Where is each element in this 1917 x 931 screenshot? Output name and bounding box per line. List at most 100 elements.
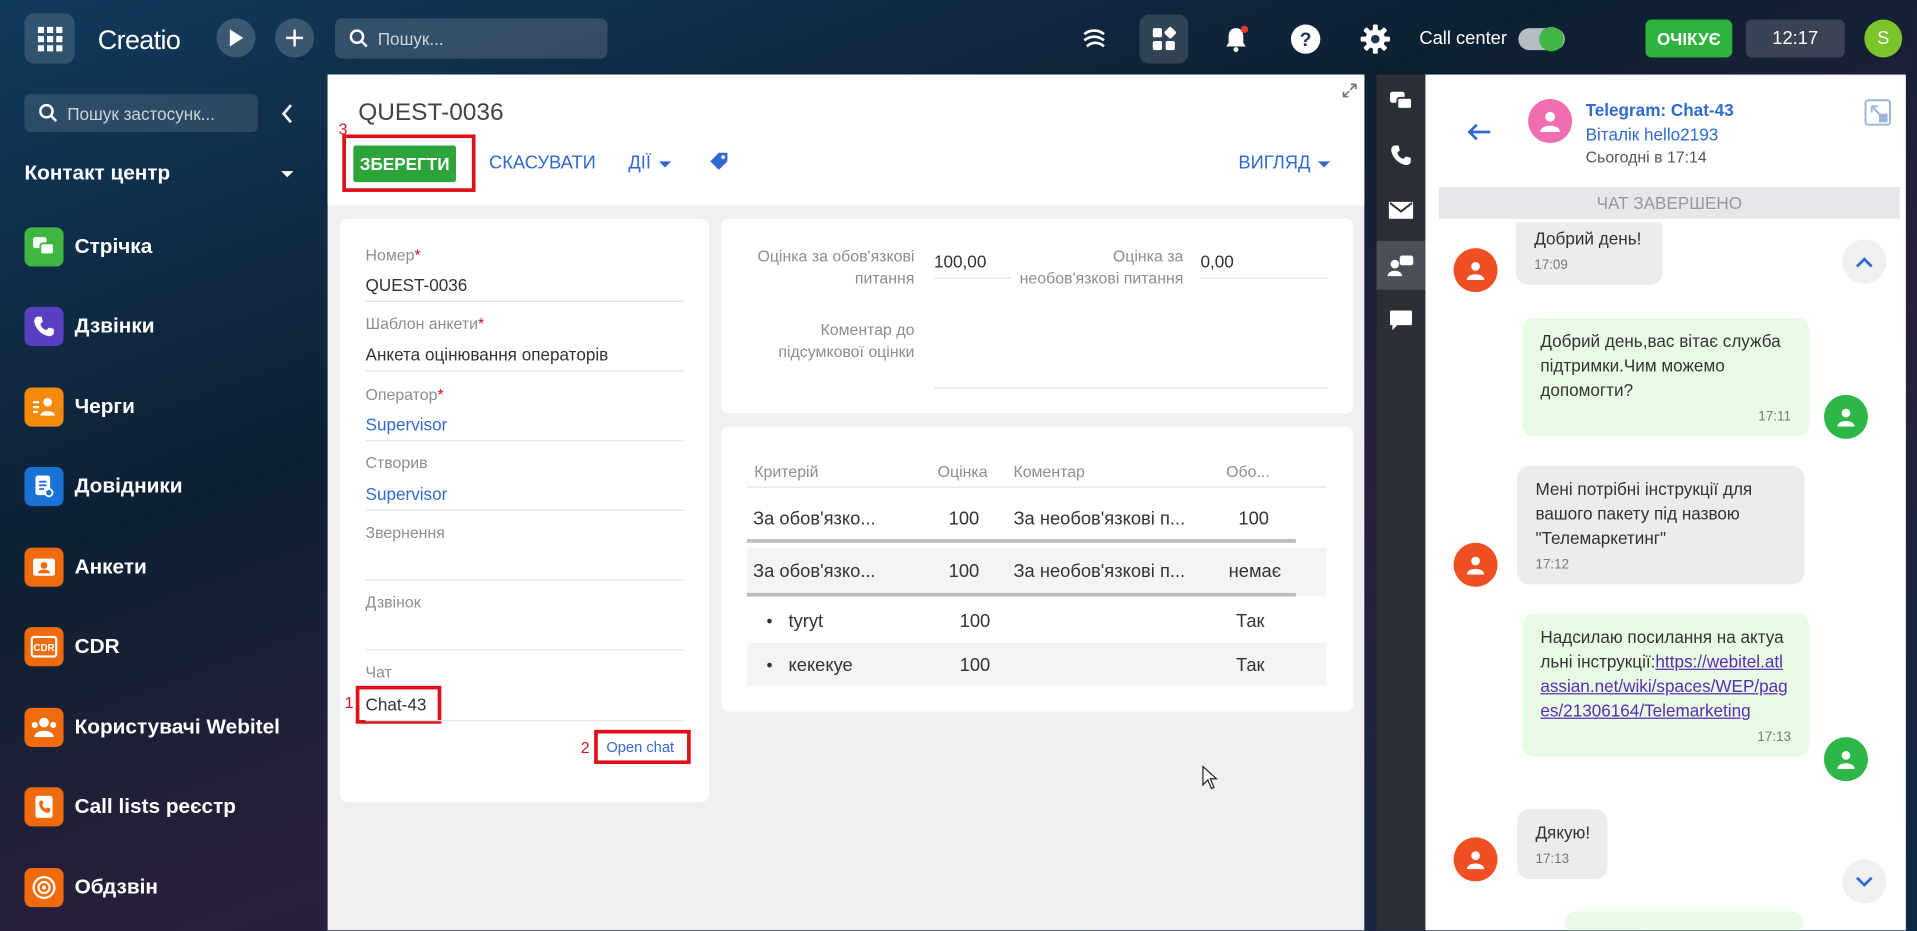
column-header-mandatory[interactable]: Обо... [1226, 462, 1270, 480]
contact-message-avatar [1454, 837, 1498, 881]
chevron-up-icon [1856, 256, 1873, 267]
cell-score: 100 [960, 611, 991, 632]
agent-status-button[interactable]: ОЧІКУЄ [1645, 20, 1732, 58]
scroll-down-button[interactable] [1842, 859, 1886, 903]
app-menu-button[interactable] [24, 13, 74, 63]
sidebar-item-label: CDR [75, 634, 120, 658]
field-underline [366, 649, 684, 650]
table-row-selected[interactable]: За обов'язко... 100 За необов'язкові п..… [747, 548, 1326, 597]
rail-messages-button[interactable] [1377, 296, 1426, 345]
save-button[interactable]: ЗБЕРЕГТИ [353, 145, 456, 182]
call-center-toggle[interactable] [1518, 28, 1564, 50]
cancel-button[interactable]: СКАСУВАТИ [489, 153, 596, 174]
column-header-comment[interactable]: Коментар [1013, 462, 1084, 480]
run-process-button[interactable] [216, 18, 255, 57]
column-header-score[interactable]: Оцінка [938, 462, 988, 480]
template-field[interactable]: Анкета оцінювання операторів [366, 345, 609, 365]
cell-comment: За необов'язкові п... [1013, 561, 1185, 582]
back-button[interactable] [1467, 123, 1491, 146]
add-button[interactable] [275, 18, 314, 57]
number-field[interactable]: QUEST-0036 [366, 275, 468, 295]
number-label: Номер* [366, 246, 421, 264]
table-row[interactable]: • tyryt 100 Так [747, 599, 1326, 643]
rail-calls-button[interactable] [1377, 131, 1426, 180]
mandatory-score-field[interactable]: 100,00 [934, 252, 986, 272]
sidebar-collapse-button[interactable] [274, 100, 301, 127]
chat-message-outgoing: Надсилаю посилання на актуальні інструкц… [1522, 614, 1809, 757]
table-row[interactable]: За обов'язко... 100 За необов'язкові п..… [747, 496, 1296, 542]
help-button[interactable]: ? [1287, 21, 1324, 58]
column-header-criterion[interactable]: Критерій [754, 462, 818, 480]
chat-channel-title[interactable]: Telegram: Chat-43 [1586, 100, 1734, 120]
created-by-field[interactable]: Supervisor [366, 484, 448, 504]
sidebar-item-queues[interactable]: Черги [24, 383, 317, 432]
detach-chat-button[interactable] [1864, 99, 1891, 132]
expand-icon[interactable] [1342, 83, 1357, 98]
sidebar-item-label: Стрічка [75, 235, 153, 259]
lookup-icon [24, 467, 63, 506]
swirl-icon [1079, 24, 1108, 53]
sidebar-item-call-lists[interactable]: Call lists реєстр [24, 782, 317, 831]
final-comment-label: Коментар допідсумкової оцінки [721, 319, 914, 363]
chat-field[interactable]: Chat-43 [366, 694, 427, 714]
sidebar-item-label: Користувачі Webitel [75, 715, 280, 739]
cell-mandatory: 100 [1238, 509, 1269, 530]
message-text: Добрий день! [1534, 229, 1641, 249]
sidebar-item-cdr[interactable]: CDR CDR [24, 622, 317, 671]
notifications-button[interactable] [1218, 21, 1255, 58]
mandatory-score-label: Оцінка за обов'язковіпитання [721, 246, 914, 290]
settings-button[interactable] [1357, 21, 1394, 58]
sidebar-item-webitel-users[interactable]: Користувачі Webitel [24, 703, 317, 752]
person-icon [1539, 110, 1561, 132]
bell-icon [1221, 24, 1250, 53]
rail-feed-button[interactable] [1377, 77, 1426, 126]
feed-icon [24, 227, 63, 266]
actions-menu[interactable]: ДІЇ [628, 153, 670, 174]
call-center-label: Call center [1419, 28, 1507, 49]
sidebar-item-feed[interactable]: Стрічка [24, 222, 317, 271]
sidebar-search[interactable]: Пошук застосунк... [24, 94, 257, 132]
optional-score-field[interactable]: 0,00 [1200, 252, 1233, 272]
user-avatar[interactable]: S [1864, 20, 1902, 58]
workplace-selector[interactable]: Контакт центр [24, 161, 170, 185]
open-chat-button[interactable]: Open chat [606, 738, 674, 755]
global-search-placeholder: Пошук... [378, 29, 444, 49]
cell-criterion: За обов'язко... [753, 561, 876, 582]
grid-icon [36, 25, 63, 52]
view-menu[interactable]: ВИГЛЯД [1238, 153, 1330, 174]
app-window: Creatio Пошук... ? Call center ОЧІКУЄ 12… [0, 0, 1917, 931]
chevron-down-icon[interactable] [281, 171, 293, 177]
operator-field[interactable]: Supervisor [366, 414, 448, 434]
group-divider [747, 593, 1296, 597]
cell-mandatory: Так [1236, 611, 1265, 632]
designer-button[interactable] [1139, 15, 1188, 64]
field-underline [366, 370, 684, 371]
phone-icon [1390, 144, 1412, 166]
communication-panel-button[interactable] [1076, 21, 1113, 58]
play-icon [229, 29, 244, 46]
rail-chats-button[interactable] [1377, 241, 1426, 290]
sidebar-item-calls[interactable]: Дзвінки [24, 302, 317, 351]
chat-contact-name[interactable]: Віталік hello2193 [1586, 125, 1719, 145]
cell-score: 100 [949, 509, 980, 530]
contact-avatar [1528, 99, 1572, 143]
chat-message-incoming: Дякую!17:13 [1517, 809, 1607, 879]
gear-icon [1359, 23, 1391, 55]
chat-message-incoming: Мені потрібні інструкції для вашого паке… [1517, 466, 1804, 585]
request-label: Звернення [366, 523, 445, 541]
sidebar-item-lookups[interactable]: Довідники [24, 462, 317, 511]
sidebar-item-questionnaires[interactable]: Анкети [24, 543, 317, 592]
field-underline [366, 720, 684, 721]
chat-status-bar: ЧАТ ЗАВЕРШЕНО [1439, 187, 1900, 219]
table-row[interactable]: • кекекуе 100 Так [747, 643, 1326, 686]
tag-button[interactable] [709, 152, 729, 178]
rail-email-button[interactable] [1377, 186, 1426, 235]
sidebar-item-dialer[interactable]: Обдзвін [24, 863, 317, 912]
scroll-up-button[interactable] [1842, 240, 1886, 284]
message-time: 17:13 [1535, 851, 1589, 868]
dialer-icon [24, 868, 63, 907]
chat-bubbles-icon [1389, 90, 1413, 112]
global-search[interactable]: Пошук... [335, 18, 608, 58]
sidebar-search-placeholder: Пошук застосунк... [67, 103, 215, 123]
final-comment-field[interactable] [934, 388, 1328, 389]
